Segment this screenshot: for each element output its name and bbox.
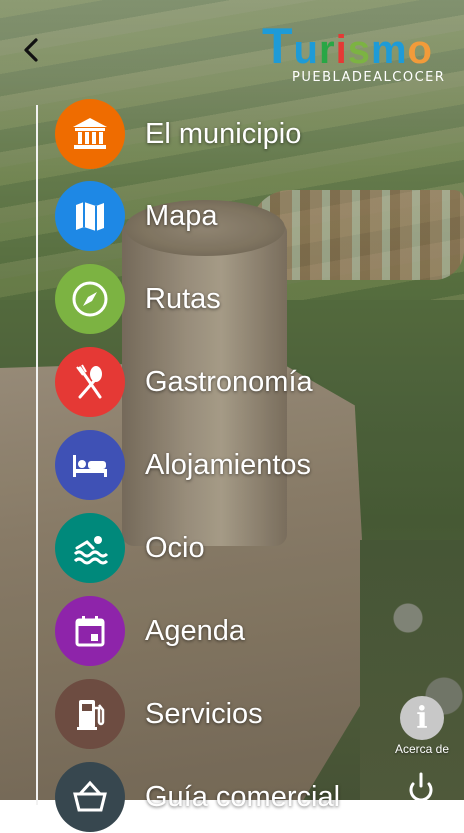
menu-item-rutas[interactable]: Rutas [55, 263, 435, 335]
power-button[interactable] [404, 772, 438, 802]
power-icon [409, 772, 433, 802]
menu-item-servicios[interactable]: Servicios [55, 678, 435, 750]
about-button[interactable]: i Acerca de [386, 696, 458, 758]
fuel-pump-icon [55, 679, 125, 749]
menu-item-alojamientos[interactable]: Alojamientos [55, 429, 435, 501]
menu-item-guia-comercial[interactable]: Guía comercial [55, 761, 435, 833]
menu-item-mapa[interactable]: Mapa [55, 180, 435, 252]
bank-icon [55, 99, 125, 169]
menu-item-gastronomia[interactable]: Gastronomía [55, 346, 435, 418]
swimmer-icon [55, 513, 125, 583]
menu-item-label: Ocio [145, 531, 205, 564]
compass-icon [55, 264, 125, 334]
map-icon [55, 181, 125, 251]
back-button[interactable] [18, 36, 46, 64]
menu-item-label: Servicios [145, 697, 263, 730]
basket-icon [55, 762, 125, 832]
menu-item-label: El municipio [145, 117, 302, 150]
logo-letter: s [347, 28, 371, 72]
bed-icon [55, 430, 125, 500]
menu-item-label: Agenda [145, 614, 245, 647]
menu-item-label: Alojamientos [145, 448, 312, 481]
logo-letter: r [318, 28, 336, 72]
logo-letter: u [293, 28, 319, 72]
logo-letter: o [407, 28, 433, 72]
logo-letter: m [370, 28, 408, 72]
turismo-logo: Turismo PUEBLADEALCOCER [262, 20, 446, 92]
logo-subtitle: PUEBLADEALCOCER [292, 70, 446, 85]
menu-item-label: Rutas [145, 282, 221, 315]
menu-item-label: Mapa [145, 199, 218, 232]
about-label: Acerca de [394, 742, 450, 756]
logo-word: Turismo [262, 20, 433, 76]
logo-letter: T [262, 18, 294, 74]
logo-letter: i [335, 28, 348, 72]
menu-divider-line [36, 105, 38, 805]
menu-item-agenda[interactable]: Agenda [55, 595, 435, 667]
info-icon: i [400, 696, 444, 740]
menu-item-el-municipio[interactable]: El municipio [55, 98, 435, 170]
chevron-left-icon [24, 38, 38, 62]
menu-item-label: Gastronomía [145, 365, 313, 398]
menu-item-label: Guía comercial [145, 780, 341, 813]
menu-item-ocio[interactable]: Ocio [55, 512, 435, 584]
cutlery-icon [55, 347, 125, 417]
calendar-icon [55, 596, 125, 666]
